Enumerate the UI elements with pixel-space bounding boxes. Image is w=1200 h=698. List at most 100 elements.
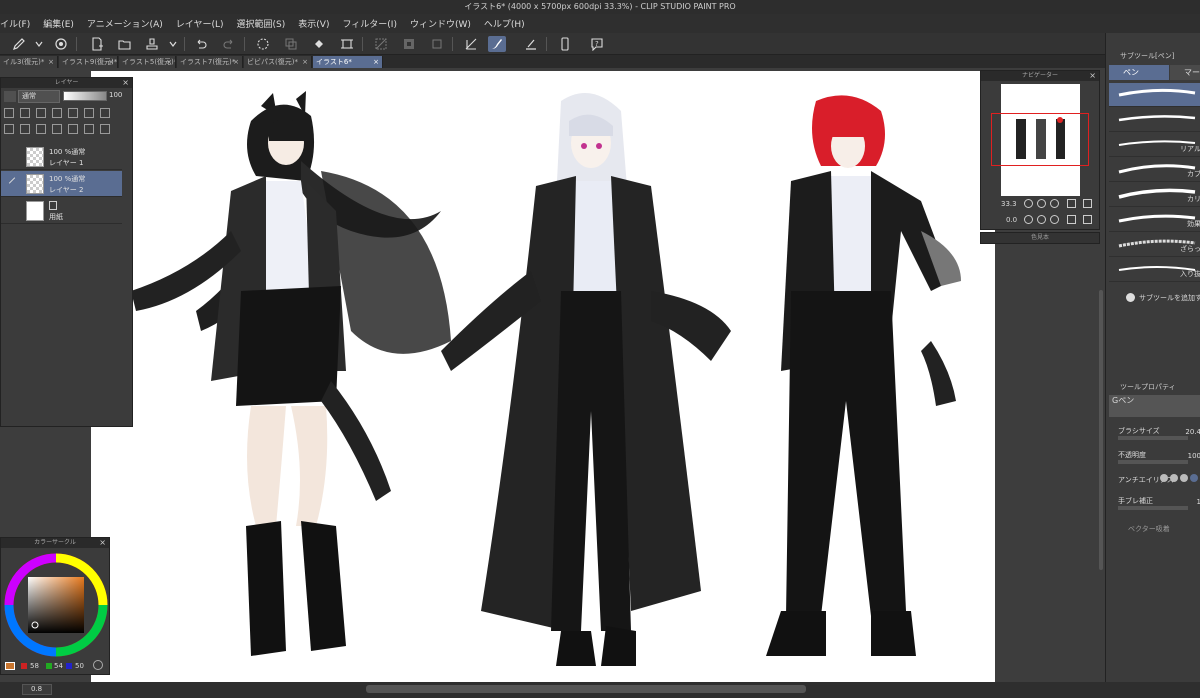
- brush-item[interactable]: カリ: [1109, 183, 1200, 207]
- fit-icon[interactable]: [1050, 199, 1059, 208]
- ruler-icon[interactable]: [462, 36, 480, 52]
- actual-size-icon[interactable]: [1067, 199, 1076, 208]
- copy-icon[interactable]: [282, 36, 300, 52]
- menu-selection[interactable]: 選択範囲(S): [237, 17, 286, 30]
- tab-illust3[interactable]: イル3(復元)* ×: [0, 56, 58, 68]
- transform-icon[interactable]: [338, 36, 356, 52]
- transfer-down-icon[interactable]: [52, 124, 62, 134]
- menu-file[interactable]: イル(F): [0, 17, 30, 30]
- tab-marker[interactable]: マー: [1170, 65, 1200, 80]
- vertical-scrollbar[interactable]: [1099, 290, 1103, 570]
- tab-illust5[interactable]: イラスト5(復元)* ×: [119, 56, 176, 68]
- merge-down-icon[interactable]: [68, 124, 78, 134]
- add-subtool-icon[interactable]: [1126, 293, 1135, 302]
- menu-view[interactable]: 表示(V): [298, 17, 329, 30]
- help-icon[interactable]: ?: [588, 36, 606, 52]
- brush-item[interactable]: [1109, 83, 1200, 107]
- close-icon[interactable]: ×: [99, 538, 106, 548]
- menu-animation[interactable]: アニメーション(A): [87, 17, 163, 30]
- tab-pen[interactable]: ペン: [1109, 65, 1169, 80]
- zoom-out-icon[interactable]: [1024, 199, 1033, 208]
- horizontal-scrollbar[interactable]: [366, 685, 806, 693]
- fit-window-icon[interactable]: [1083, 199, 1092, 208]
- zoom-in-icon[interactable]: [1037, 199, 1046, 208]
- close-icon[interactable]: ×: [233, 56, 239, 68]
- navigator-rotation-value[interactable]: 0.0: [1006, 216, 1017, 224]
- close-icon[interactable]: ×: [122, 78, 129, 88]
- zoom-display[interactable]: 0.8: [22, 684, 52, 695]
- add-mask-icon[interactable]: [84, 124, 94, 134]
- layer-row-paper[interactable]: 用紙: [1, 198, 122, 224]
- trash-icon[interactable]: [100, 124, 110, 134]
- lock-icon[interactable]: [52, 108, 62, 118]
- menu-window[interactable]: ウィンドウ(W): [410, 17, 471, 30]
- brush-item[interactable]: [1109, 108, 1200, 132]
- chevron-down-icon[interactable]: [4, 91, 16, 102]
- antialias-options[interactable]: [1160, 474, 1198, 484]
- pen-tool-icon[interactable]: [488, 36, 506, 52]
- menu-help[interactable]: ヘルプ(H): [484, 17, 525, 30]
- chevron-down-icon[interactable]: [164, 36, 182, 52]
- close-icon[interactable]: ×: [48, 56, 54, 68]
- brush-size-slider[interactable]: [1118, 436, 1188, 440]
- vector-snap-row[interactable]: ベクター吸着: [1128, 524, 1170, 534]
- draft-icon[interactable]: [36, 108, 46, 118]
- menu-layer[interactable]: レイヤー(L): [176, 17, 224, 30]
- brush-item[interactable]: カブ: [1109, 158, 1200, 182]
- close-icon[interactable]: ×: [1089, 71, 1096, 81]
- open-folder-icon[interactable]: [116, 36, 134, 52]
- stabilize-row[interactable]: 手ブレ補正 1: [1118, 496, 1200, 506]
- tab-bibipasu[interactable]: ビビパス(復元)* ×: [244, 56, 312, 68]
- rotate-right-icon[interactable]: [1037, 215, 1046, 224]
- layer-row[interactable]: 100 %通常 レイヤー 1: [1, 144, 122, 170]
- rotate-left-icon[interactable]: [1024, 215, 1033, 224]
- undo-icon[interactable]: [192, 36, 210, 52]
- brush-size-row[interactable]: ブラシサイズ 20.4: [1118, 426, 1200, 436]
- close-icon[interactable]: ×: [166, 56, 172, 68]
- blue-value[interactable]: 50: [75, 662, 84, 670]
- opacity-row[interactable]: 不透明度 100: [1118, 450, 1200, 460]
- tab-illust9[interactable]: イラスト9(復元)* ×: [59, 56, 118, 68]
- flip-horizontal-icon[interactable]: [1067, 215, 1076, 224]
- close-icon[interactable]: ×: [108, 56, 114, 68]
- lock-alpha-icon[interactable]: [68, 108, 78, 118]
- clip-icon[interactable]: [4, 108, 14, 118]
- navigator-zoom-value[interactable]: 33.3: [1001, 200, 1017, 208]
- clear-icon[interactable]: [254, 36, 272, 52]
- close-icon[interactable]: ×: [373, 56, 379, 68]
- smartphone-icon[interactable]: [556, 36, 574, 52]
- redo-icon[interactable]: [220, 36, 238, 52]
- close-icon[interactable]: ×: [302, 56, 308, 68]
- brush-item[interactable]: 入り抜: [1109, 258, 1200, 282]
- chevron-down-icon[interactable]: [30, 36, 48, 52]
- opacity-slider[interactable]: [63, 91, 107, 101]
- new-folder-icon[interactable]: [36, 124, 46, 134]
- color-mode-icon[interactable]: [93, 660, 103, 670]
- red-value[interactable]: 58: [30, 662, 39, 670]
- opacity-value[interactable]: 100: [109, 91, 122, 99]
- save-icon[interactable]: [143, 36, 161, 52]
- opacity-slider[interactable]: [1118, 460, 1188, 464]
- blend-mode-select[interactable]: 通常: [18, 90, 60, 103]
- edit-pencil-icon[interactable]: [10, 36, 28, 52]
- brush-item[interactable]: 効果: [1109, 208, 1200, 232]
- green-value[interactable]: 54: [54, 662, 63, 670]
- layer-color-icon[interactable]: [84, 108, 94, 118]
- reset-rotation-icon[interactable]: [1050, 215, 1059, 224]
- tab-illust6[interactable]: イラスト6* ×: [313, 56, 383, 68]
- main-color-swatch[interactable]: [5, 662, 15, 670]
- drawing-canvas[interactable]: [91, 71, 995, 682]
- brush-item[interactable]: リアル: [1109, 133, 1200, 157]
- brush-item[interactable]: ざらっ: [1109, 233, 1200, 257]
- menu-edit[interactable]: 編集(E): [43, 17, 74, 30]
- navigator-view-rect[interactable]: [991, 113, 1089, 166]
- new-vector-layer-icon[interactable]: [20, 124, 30, 134]
- deselect-icon[interactable]: [372, 36, 390, 52]
- add-subtool-label[interactable]: サブツールを追加す: [1139, 293, 1200, 303]
- menu-filter[interactable]: フィルター(I): [342, 17, 397, 30]
- reference-icon[interactable]: [20, 108, 30, 118]
- brush-icon[interactable]: [522, 36, 540, 52]
- layer-row-selected[interactable]: 100 %通常 レイヤー 2: [1, 171, 122, 197]
- selection-icon[interactable]: [428, 36, 446, 52]
- clip-studio-icon[interactable]: [52, 36, 70, 52]
